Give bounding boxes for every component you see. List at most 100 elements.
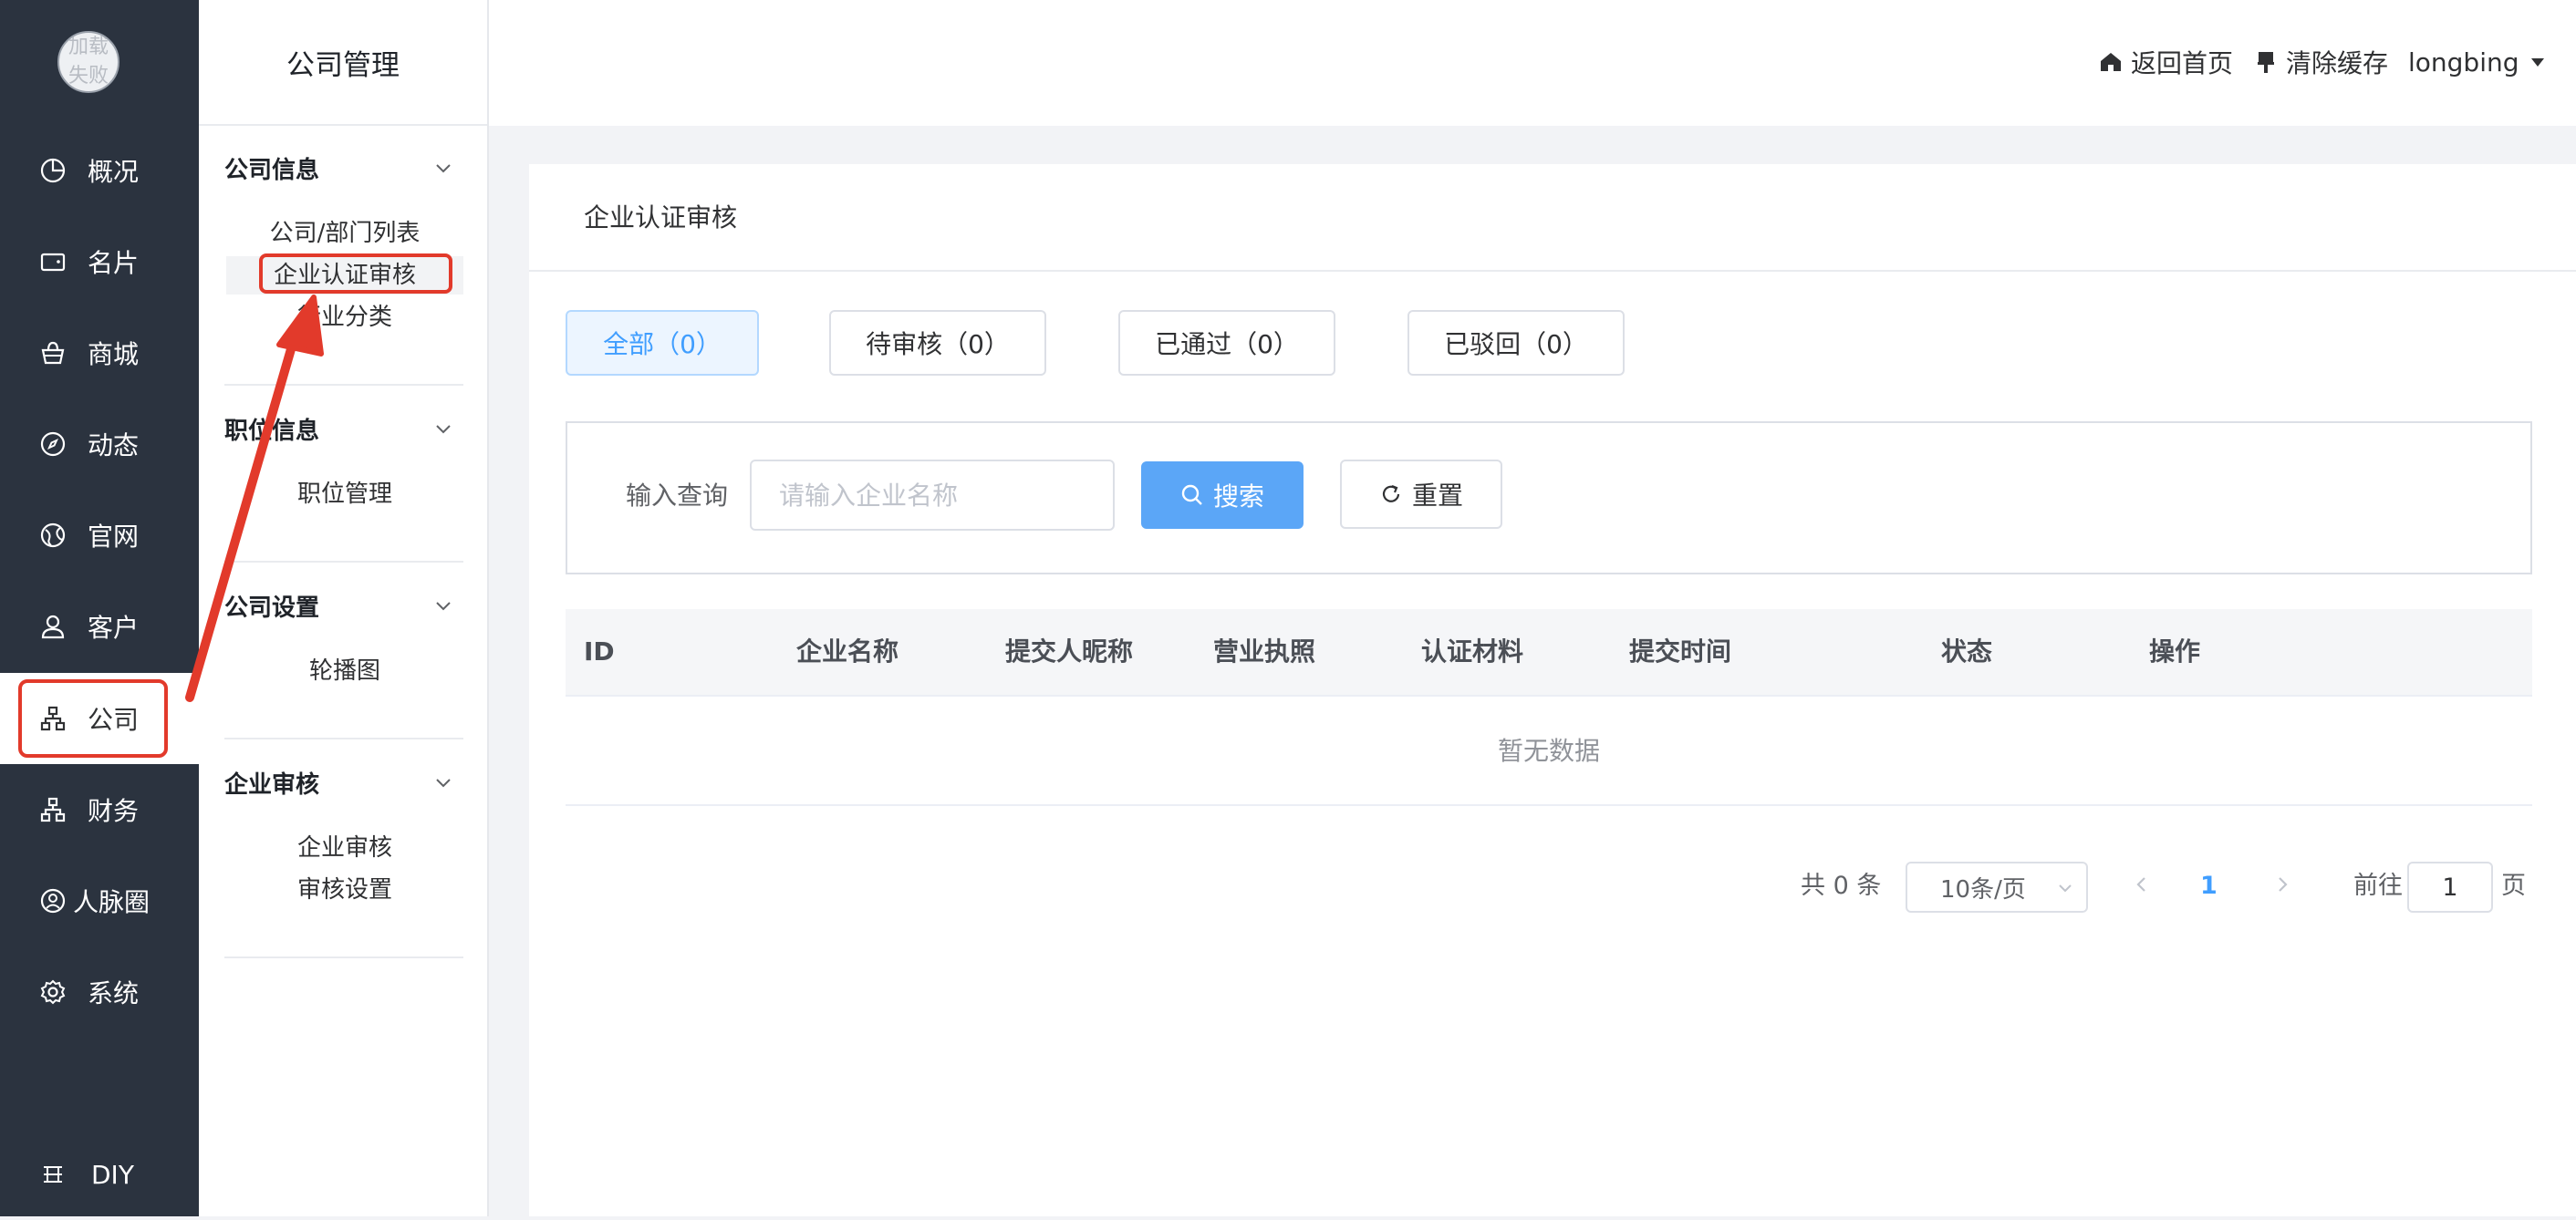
divider [224,384,463,386]
search-button[interactable]: 搜索 [1141,461,1304,529]
tab-pending[interactable]: 待审核（0） [829,310,1046,376]
nav-item-card[interactable]: 名片 [0,216,199,307]
nav-item-website[interactable]: 官网 [0,490,199,581]
diy-icon [38,1160,68,1189]
page-size-select[interactable]: 10条/页 [1906,862,2088,913]
filter-label: 输入查询 [626,481,729,511]
column-header[interactable]: 操作 [2149,609,2200,695]
nav-item-system[interactable]: 系统 [0,946,199,1038]
goto-page-input[interactable] [2407,862,2493,913]
tab-approved[interactable]: 已通过（0） [1118,310,1335,376]
gear-icon [38,977,68,1007]
submenu-item-industry[interactable]: 行业分类 [226,298,463,336]
nav-item-label: 概况 [88,157,140,187]
reset-button[interactable]: 重置 [1340,460,1502,529]
nav-item-label: DIY [91,1159,134,1190]
nav-item-label: 客户 [88,613,140,643]
submenu-group-position[interactable]: 职位信息 [224,410,463,447]
avatar-fallback-text: 加载失败 [68,36,109,88]
group-title: 企业审核 [224,770,320,799]
username: longbing [2408,47,2519,78]
pie-chart-icon [38,156,68,185]
chevron-down-icon [436,602,451,611]
submenu-item-position-manage[interactable]: 职位管理 [226,475,463,513]
nav-item-label: 系统 [88,978,140,1008]
caret-down-icon [2530,58,2544,67]
user-menu[interactable]: longbing [2408,44,2547,80]
nav-item-overview[interactable]: 概况 [0,125,199,216]
annotation-highlight-submenu [259,253,452,294]
compass-icon [38,429,68,459]
next-page-icon[interactable] [2271,874,2293,895]
home-link-label: 返回首页 [2131,48,2234,78]
chevron-down-icon [436,164,451,173]
nav-item-diy[interactable]: DIY [0,1129,199,1220]
group-title: 公司设置 [224,594,320,622]
home-icon [2101,53,2121,71]
page-size-value: 10条/页 [1940,875,2026,904]
divider [224,561,463,563]
avatar[interactable]: 加载失败 [57,31,119,93]
column-header[interactable]: 认证材料 [1421,609,1523,695]
submenu-group-enterprise-review[interactable]: 企业审核 [224,764,463,801]
globe-icon [38,521,68,550]
table-header: ID 企业名称 提交人昵称 营业执照 认证材料 提交时间 状态 操作 [566,609,2532,697]
group-title: 公司信息 [224,156,320,184]
chevron-down-icon [2059,884,2072,893]
brush-icon [2258,52,2274,73]
submenu-group-company-settings[interactable]: 公司设置 [224,587,463,624]
submenu-item-review-settings[interactable]: 审核设置 [226,871,463,909]
nav-item-network[interactable]: 人脉圈 [0,855,199,946]
group-title: 职位信息 [224,417,320,445]
chevron-down-icon [436,779,451,788]
clear-cache-label: 清除缓存 [2286,48,2389,78]
home-link[interactable]: 返回首页 [2098,44,2233,80]
nav-item-mall[interactable]: 商城 [0,307,199,398]
user-circle-icon [38,886,68,915]
user-icon [38,612,68,641]
tab-all[interactable]: 全部（0） [566,310,759,376]
nav-item-feed[interactable]: 动态 [0,398,199,490]
nav-item-label: 财务 [88,796,140,826]
top-header: 返回首页 清除缓存 longbing [489,0,2576,126]
nav-item-label: 商城 [88,339,140,369]
shopping-basket-icon [38,338,68,367]
nav-item-customer[interactable]: 客户 [0,581,199,672]
tab-rejected[interactable]: 已驳回（0） [1407,310,1625,376]
page-number-current[interactable]: 1 [2200,868,2218,905]
reset-button-label: 重置 [1411,481,1463,511]
submenu-item-carousel[interactable]: 轮播图 [226,652,463,690]
nav-item-label: 动态 [88,430,140,460]
clear-cache-link[interactable]: 清除缓存 [2253,44,2388,80]
column-header[interactable]: 状态 [1941,609,1992,695]
submenu-panel: 公司管理 公司信息 公司/部门列表 企业认证审核 行业分类 职位信息 职位管理 … [199,0,489,1216]
nav-item-label: 名片 [88,248,140,278]
column-header[interactable]: 企业名称 [796,609,898,695]
submenu-item-enterprise-review[interactable]: 企业审核 [226,829,463,867]
goto-suffix: 页 [2501,872,2526,900]
search-icon [1181,484,1202,505]
search-button-label: 搜索 [1212,481,1264,512]
wallet-icon [38,247,68,276]
nav-item-finance[interactable]: 财务 [0,764,199,855]
column-header[interactable]: 营业执照 [1213,609,1315,695]
goto-prefix: 前往 [2353,872,2403,900]
submenu-item-dept-list[interactable]: 公司/部门列表 [226,214,463,253]
refresh-icon [1382,484,1400,502]
submenu-title: 公司管理 [199,0,487,126]
nav-item-label: 人脉圈 [73,887,151,917]
card-title: 企业认证审核 [529,164,2576,272]
org-chart-icon [38,795,68,824]
table-empty-text: 暂无数据 [566,697,2532,806]
column-header[interactable]: 提交人昵称 [1005,609,1133,695]
divider [224,738,463,739]
annotation-highlight-nav [18,679,168,758]
chevron-down-icon [436,425,451,434]
main-nav: 加载失败 概况 名片 商城 动态 官网 客户 公司 财务 人脉圈 系统 DIY [0,0,199,1216]
column-header[interactable]: 提交时间 [1629,609,1731,695]
submenu-group-company-info[interactable]: 公司信息 [224,150,463,186]
prev-page-icon[interactable] [2131,874,2153,895]
search-input[interactable] [750,460,1115,531]
column-header[interactable]: ID [584,609,615,695]
nav-item-label: 官网 [88,522,140,552]
